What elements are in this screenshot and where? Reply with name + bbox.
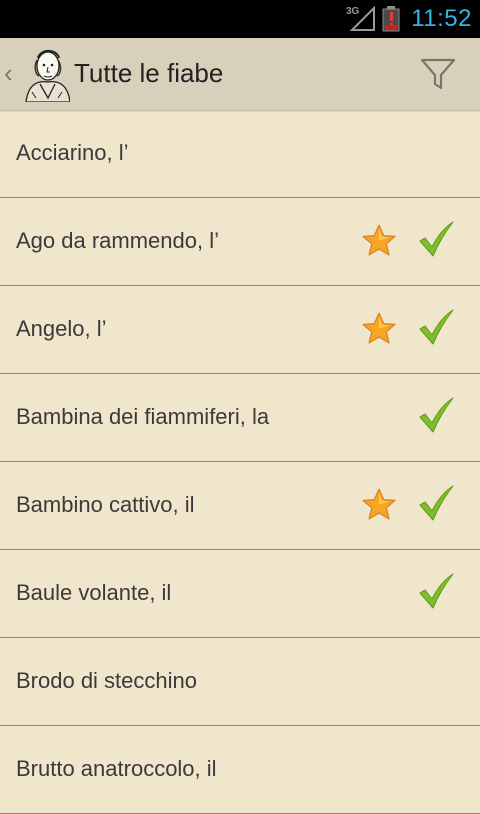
check-icon[interactable] [417,221,455,259]
list-item-label: Ago da rammendo, l’ [16,228,219,253]
page-title: Tutte le fiabe [74,58,224,88]
network-type: 3G [346,6,360,17]
battery-low-icon [382,6,400,32]
list-item[interactable]: Acciarino, l’ [0,110,480,198]
list-item-label: Angelo, l’ [16,316,107,341]
check-icon[interactable] [417,573,455,611]
status-bar: 3G 11:52 [0,0,480,38]
action-bar: ‹ Tutte le fiabe [0,38,480,110]
list-item[interactable]: Baule volante, il [0,550,480,638]
author-portrait-icon[interactable] [22,46,70,102]
list-item-label: Bambina dei fiammiferi, la [16,404,270,429]
list-item-label: Brodo di stecchino [16,668,197,693]
fairy-tale-list: Acciarino, l’ Ago da rammendo, l’ Angelo, … [0,110,480,814]
list-item-label: Baule volante, il [16,580,172,605]
list-item[interactable]: Bambina dei fiammiferi, la [0,374,480,462]
check-icon[interactable] [417,309,455,347]
star-icon[interactable] [361,223,397,259]
star-icon[interactable] [361,311,397,347]
list-item[interactable]: Angelo, l’ [0,286,480,374]
list-item[interactable]: Brutto anatroccolo, il [0,726,480,814]
list-item-label: Acciarino, l’ [16,140,129,165]
check-icon[interactable] [417,397,455,435]
list-item-label: Bambino cattivo, il [16,492,195,517]
status-clock: 11:52 [411,5,472,32]
list-item[interactable]: Ago da rammendo, l’ [0,198,480,286]
star-icon[interactable] [361,487,397,523]
filter-icon[interactable] [418,54,458,94]
up-caret-icon[interactable]: ‹ [4,59,20,87]
list-item[interactable]: Brodo di stecchino [0,638,480,726]
check-icon[interactable] [417,485,455,523]
list-item-label: Brutto anatroccolo, il [16,756,217,781]
network-indicator: 3G [346,5,376,32]
list-item[interactable]: Bambino cattivo, il [0,462,480,550]
